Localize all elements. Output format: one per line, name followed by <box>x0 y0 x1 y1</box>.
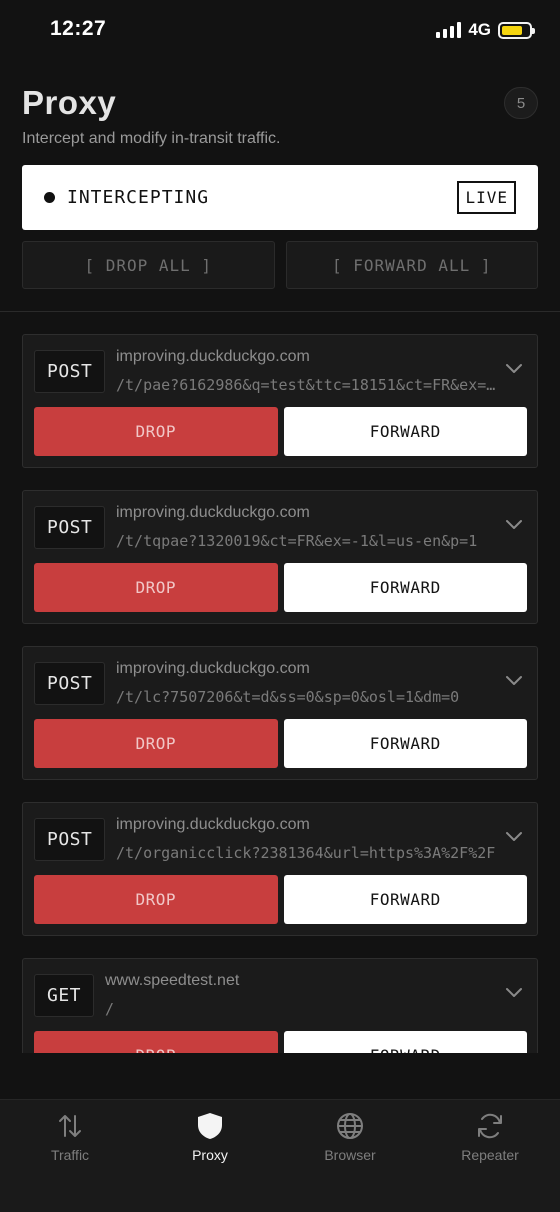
network-type: 4G <box>468 20 491 39</box>
request-actions: DROP FORWARD <box>34 1031 527 1053</box>
request-host: improving.duckduckgo.com <box>116 504 310 521</box>
intercept-label: INTERCEPTING <box>67 187 210 208</box>
tab-label: Repeater <box>461 1147 519 1163</box>
page-subtitle: Intercept and modify in-transit traffic. <box>22 130 281 147</box>
method-badge: GET <box>34 974 95 1017</box>
request-path: /t/lc?7507206&t=d&ss=0&sp=0&osl=1&dm=0 <box>116 688 460 706</box>
drop-button[interactable]: DROP <box>34 875 278 924</box>
drop-button[interactable]: DROP <box>34 563 278 612</box>
request-card: POST improving.duckduckgo.com /t/pae?616… <box>22 334 538 468</box>
method-badge: POST <box>34 350 106 393</box>
forward-button[interactable]: FORWARD <box>283 407 527 456</box>
request-card: POST improving.duckduckgo.com /t/organic… <box>22 802 538 936</box>
intercept-toggle[interactable]: INTERCEPTING LIVE <box>22 165 538 230</box>
shield-icon <box>198 1113 222 1139</box>
drop-button[interactable]: DROP <box>34 407 278 456</box>
method-badge: POST <box>34 506 106 549</box>
forward-button[interactable]: FORWARD <box>283 875 527 924</box>
status-indicators: 4G <box>436 20 535 40</box>
tab-traffic[interactable]: Traffic <box>0 1100 140 1212</box>
status-time: 12:27 <box>50 17 107 40</box>
request-host: improving.duckduckgo.com <box>116 660 310 677</box>
drop-button[interactable]: DROP <box>34 1031 278 1053</box>
battery-icon <box>498 21 535 39</box>
tab-label: Browser <box>324 1147 376 1163</box>
tab-bar: Traffic Proxy Browser Repeater <box>0 1099 560 1212</box>
request-host: improving.duckduckgo.com <box>116 816 310 833</box>
chevron-down-icon[interactable] <box>505 831 523 843</box>
tab-browser[interactable]: Browser <box>280 1100 420 1212</box>
drop-button[interactable]: DROP <box>34 719 278 768</box>
request-count-badge: 5 <box>504 87 538 119</box>
request-host: improving.duckduckgo.com <box>116 348 310 365</box>
request-path: /t/pae?6162986&q=test&ttc=18151&ct=FR&ex… <box>116 376 501 394</box>
tab-label: Traffic <box>50 1147 90 1163</box>
page-title: Proxy <box>22 84 117 121</box>
chevron-down-icon[interactable] <box>505 519 523 531</box>
status-bar: 12:27 4G <box>0 0 560 62</box>
drop-all-button[interactable]: [ DROP ALL ] <box>22 241 275 289</box>
refresh-icon <box>478 1113 502 1139</box>
request-path: / <box>105 1000 115 1018</box>
forward-button[interactable]: FORWARD <box>283 719 527 768</box>
forward-button[interactable]: FORWARD <box>283 1031 527 1053</box>
request-path: /t/tqpae?1320019&ct=FR&ex=-1&l=us-en&p=1 <box>116 532 478 550</box>
request-actions: DROP FORWARD <box>34 563 527 612</box>
request-card: POST improving.duckduckgo.com /t/tqpae?1… <box>22 490 538 624</box>
chevron-down-icon[interactable] <box>505 987 523 999</box>
request-card: POST improving.duckduckgo.com /t/lc?7507… <box>22 646 538 780</box>
request-actions: DROP FORWARD <box>34 407 527 456</box>
method-badge: POST <box>34 662 106 705</box>
battery-level <box>502 25 522 35</box>
request-list[interactable]: POST improving.duckduckgo.com /t/pae?616… <box>0 312 560 1053</box>
bulk-actions: [ DROP ALL ] [ FORWARD ALL ] <box>22 241 538 289</box>
request-host: www.speedtest.net <box>105 972 240 989</box>
chevron-down-icon[interactable] <box>505 363 523 375</box>
chevron-down-icon[interactable] <box>505 675 523 687</box>
request-actions: DROP FORWARD <box>34 719 527 768</box>
forward-button[interactable]: FORWARD <box>283 563 527 612</box>
arrows-updown-icon <box>59 1115 81 1137</box>
live-badge: LIVE <box>457 181 516 214</box>
intercept-status-dot <box>44 192 55 203</box>
globe-icon <box>337 1113 363 1139</box>
method-badge: POST <box>34 818 106 861</box>
signal-icon <box>436 22 462 38</box>
tab-label: Proxy <box>192 1147 228 1163</box>
tab-repeater[interactable]: Repeater <box>420 1100 560 1212</box>
forward-all-button[interactable]: [ FORWARD ALL ] <box>285 241 538 289</box>
tab-proxy[interactable]: Proxy <box>140 1100 280 1212</box>
request-actions: DROP FORWARD <box>34 875 527 924</box>
request-path: /t/organicclick?2381364&url=https%3A%2F%… <box>116 844 496 862</box>
request-card: GET www.speedtest.net / DROP FORWARD <box>22 958 538 1053</box>
